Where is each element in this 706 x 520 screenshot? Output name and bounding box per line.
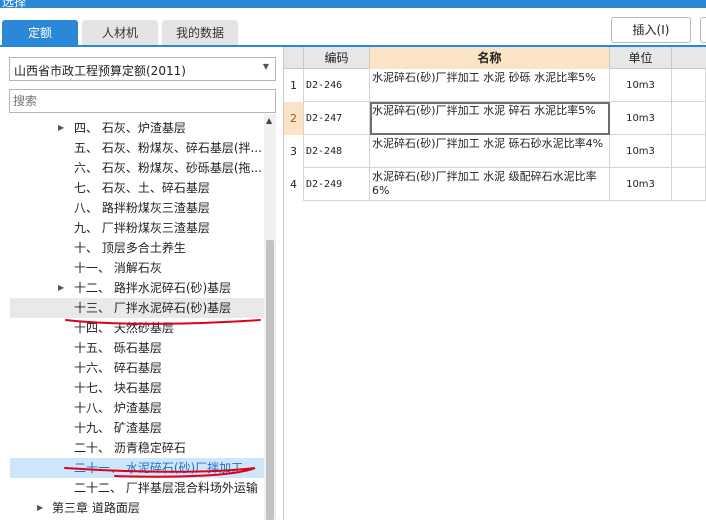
insert-button[interactable]: 插入(I)	[611, 17, 691, 43]
tree-item[interactable]: 十六、 碎石基层	[10, 358, 264, 378]
tree-scrollbar[interactable]: ▲	[264, 114, 276, 520]
table-row[interactable]: 4 D2-249 水泥碎石(砂)厂拌加工 水泥 级配碎石水泥比率6% 10m3	[284, 168, 706, 201]
scrollbar-thumb[interactable]	[266, 240, 274, 520]
tree-item[interactable]: 十七、 块石基层	[10, 378, 264, 398]
row-index[interactable]: 3	[284, 135, 304, 168]
tree-item-label: 十九、 矿渣基层	[74, 421, 162, 435]
row-code[interactable]: D2-248	[304, 135, 370, 168]
tab-quota[interactable]: 定额	[2, 20, 78, 46]
window-title: 选择	[2, 0, 27, 8]
tree-item-label: 十六、 碎石基层	[74, 361, 162, 375]
window-titlebar: 选择	[0, 0, 706, 8]
row-extra[interactable]	[672, 168, 706, 201]
tree-item[interactable]: 十三、 厂拌水泥碎石(砂)基层	[10, 298, 264, 318]
tree-item[interactable]: ▶ 十二、 路拌水泥碎石(砂)基层	[10, 278, 264, 298]
header-unit[interactable]: 单位	[610, 47, 672, 69]
table-row[interactable]: 1 D2-246 水泥碎石(砂)厂拌加工 水泥 砂砾 水泥比率5% 10m3	[284, 69, 706, 102]
row-extra[interactable]	[672, 102, 706, 135]
row-code[interactable]: D2-249	[304, 168, 370, 201]
row-code[interactable]: D2-246	[304, 69, 370, 102]
quota-tree: ▶ 四、 石灰、炉渣基层五、 石灰、粉煤灰、碎石基层(拌... 六、 石灰、粉煤灰、…	[0, 118, 264, 520]
tree-item[interactable]: 七、 石灰、土、碎石基层	[10, 178, 264, 198]
expand-arrow-icon[interactable]: ▶	[37, 498, 43, 518]
tree-item-label: 八、 路拌粉煤灰三渣基层	[74, 201, 210, 215]
tree-item[interactable]: 十四、 天然砂基层	[10, 318, 264, 338]
expand-arrow-icon[interactable]: ▶	[58, 118, 64, 138]
tree-item-label: 十二、 路拌水泥碎石(砂)基层	[74, 281, 232, 295]
tree-item-label: 十一、 消解石灰	[74, 261, 162, 275]
header-index	[284, 47, 304, 69]
tree-item-label: 四、 石灰、炉渣基层	[74, 121, 186, 135]
tree-item-label: 二十、 沥青稳定碎石	[74, 441, 186, 455]
tree-item-label: 第三章 道路面层	[52, 501, 140, 515]
header-extra	[672, 47, 706, 69]
tree-item-label: 十三、 厂拌水泥碎石(砂)基层	[74, 301, 232, 315]
overflow-button[interactable]	[700, 17, 706, 43]
row-unit[interactable]: 10m3	[610, 69, 672, 102]
tree-item-label: 二十二、 厂拌基层混合料场外运输	[74, 481, 258, 495]
tree-item-label: 十八、 炉渣基层	[74, 401, 162, 415]
tree-item[interactable]: 六、 石灰、粉煤灰、砂砾基层(拖...	[10, 158, 264, 178]
row-unit[interactable]: 10m3	[610, 168, 672, 201]
tab-my-data[interactable]: 我的数据	[162, 20, 238, 46]
tree-item[interactable]: 十、 顶层多合土养生	[10, 238, 264, 258]
tree-item-label: 十四、 天然砂基层	[74, 321, 174, 335]
tree-item-label: 十五、 砾石基层	[74, 341, 162, 355]
table-row[interactable]: 3 D2-248 水泥碎石(砂)厂拌加工 水泥 砾石砂水泥比率4% 10m3	[284, 135, 706, 168]
row-name[interactable]: 水泥碎石(砂)厂拌加工 水泥 碎石 水泥比率5%	[370, 102, 610, 135]
row-unit[interactable]: 10m3	[610, 102, 672, 135]
library-select-value: 山西省市政工程预算定额(2011)	[14, 64, 186, 78]
tree-item[interactable]: 十一、 消解石灰	[10, 258, 264, 278]
tree-item[interactable]: ▶ 四、 石灰、炉渣基层	[10, 118, 264, 138]
tree-item[interactable]: 十八、 炉渣基层	[10, 398, 264, 418]
tree-item[interactable]: 五、 石灰、粉煤灰、碎石基层(拌...	[10, 138, 264, 158]
scroll-up-icon[interactable]: ▲	[266, 116, 272, 125]
library-select[interactable]: 山西省市政工程预算定额(2011) ▼	[9, 57, 276, 81]
table-header: 编码 名称 单位	[284, 47, 706, 69]
tree-item[interactable]: 九、 厂拌粉煤灰三渣基层	[10, 218, 264, 238]
row-extra[interactable]	[672, 69, 706, 102]
tree-item-label: 二十一、 水泥碎石(砂)厂拌加工	[74, 461, 244, 475]
chevron-down-icon: ▼	[262, 62, 269, 71]
tab-materials[interactable]: 人材机	[82, 20, 158, 46]
expand-arrow-icon[interactable]: ▶	[58, 278, 64, 298]
tree-item[interactable]: 二十二、 厂拌基层混合料场外运输	[10, 478, 264, 498]
row-extra[interactable]	[672, 135, 706, 168]
tree-item[interactable]: 十五、 砾石基层	[10, 338, 264, 358]
tree-item-label: 十七、 块石基层	[74, 381, 162, 395]
row-code[interactable]: D2-247	[304, 102, 370, 135]
row-name[interactable]: 水泥碎石(砂)厂拌加工 水泥 级配碎石水泥比率6%	[370, 168, 610, 201]
header-name[interactable]: 名称	[370, 47, 610, 69]
table-row[interactable]: 2 D2-247 水泥碎石(砂)厂拌加工 水泥 碎石 水泥比率5% 10m3	[284, 102, 706, 135]
header-code[interactable]: 编码	[304, 47, 370, 69]
row-index[interactable]: 1	[284, 69, 304, 102]
row-name[interactable]: 水泥碎石(砂)厂拌加工 水泥 砾石砂水泥比率4%	[370, 135, 610, 168]
search-input[interactable]	[9, 89, 276, 113]
row-unit[interactable]: 10m3	[610, 135, 672, 168]
tree-item-label: 五、 石灰、粉煤灰、碎石基层(拌...	[74, 141, 262, 155]
tree-item-label: 十、 顶层多合土养生	[74, 241, 186, 255]
tree-item[interactable]: ▶ 第三章 道路面层	[10, 498, 264, 518]
tree-item[interactable]: 十九、 矿渣基层	[10, 418, 264, 438]
tree-item-label: 六、 石灰、粉煤灰、砂砾基层(拖...	[74, 161, 262, 175]
row-index[interactable]: 4	[284, 168, 304, 201]
tree-item[interactable]: 二十、 沥青稳定碎石	[10, 438, 264, 458]
tree-item-label: 七、 石灰、土、碎石基层	[74, 181, 210, 195]
tree-item-label: 九、 厂拌粉煤灰三渣基层	[74, 221, 210, 235]
tab-bar: 定额 人材机 我的数据	[0, 20, 706, 46]
row-name[interactable]: 水泥碎石(砂)厂拌加工 水泥 砂砾 水泥比率5%	[370, 69, 610, 102]
row-index[interactable]: 2	[284, 102, 304, 135]
tree-item[interactable]: 八、 路拌粉煤灰三渣基层	[10, 198, 264, 218]
tree-item[interactable]: 二十一、 水泥碎石(砂)厂拌加工	[10, 458, 264, 478]
